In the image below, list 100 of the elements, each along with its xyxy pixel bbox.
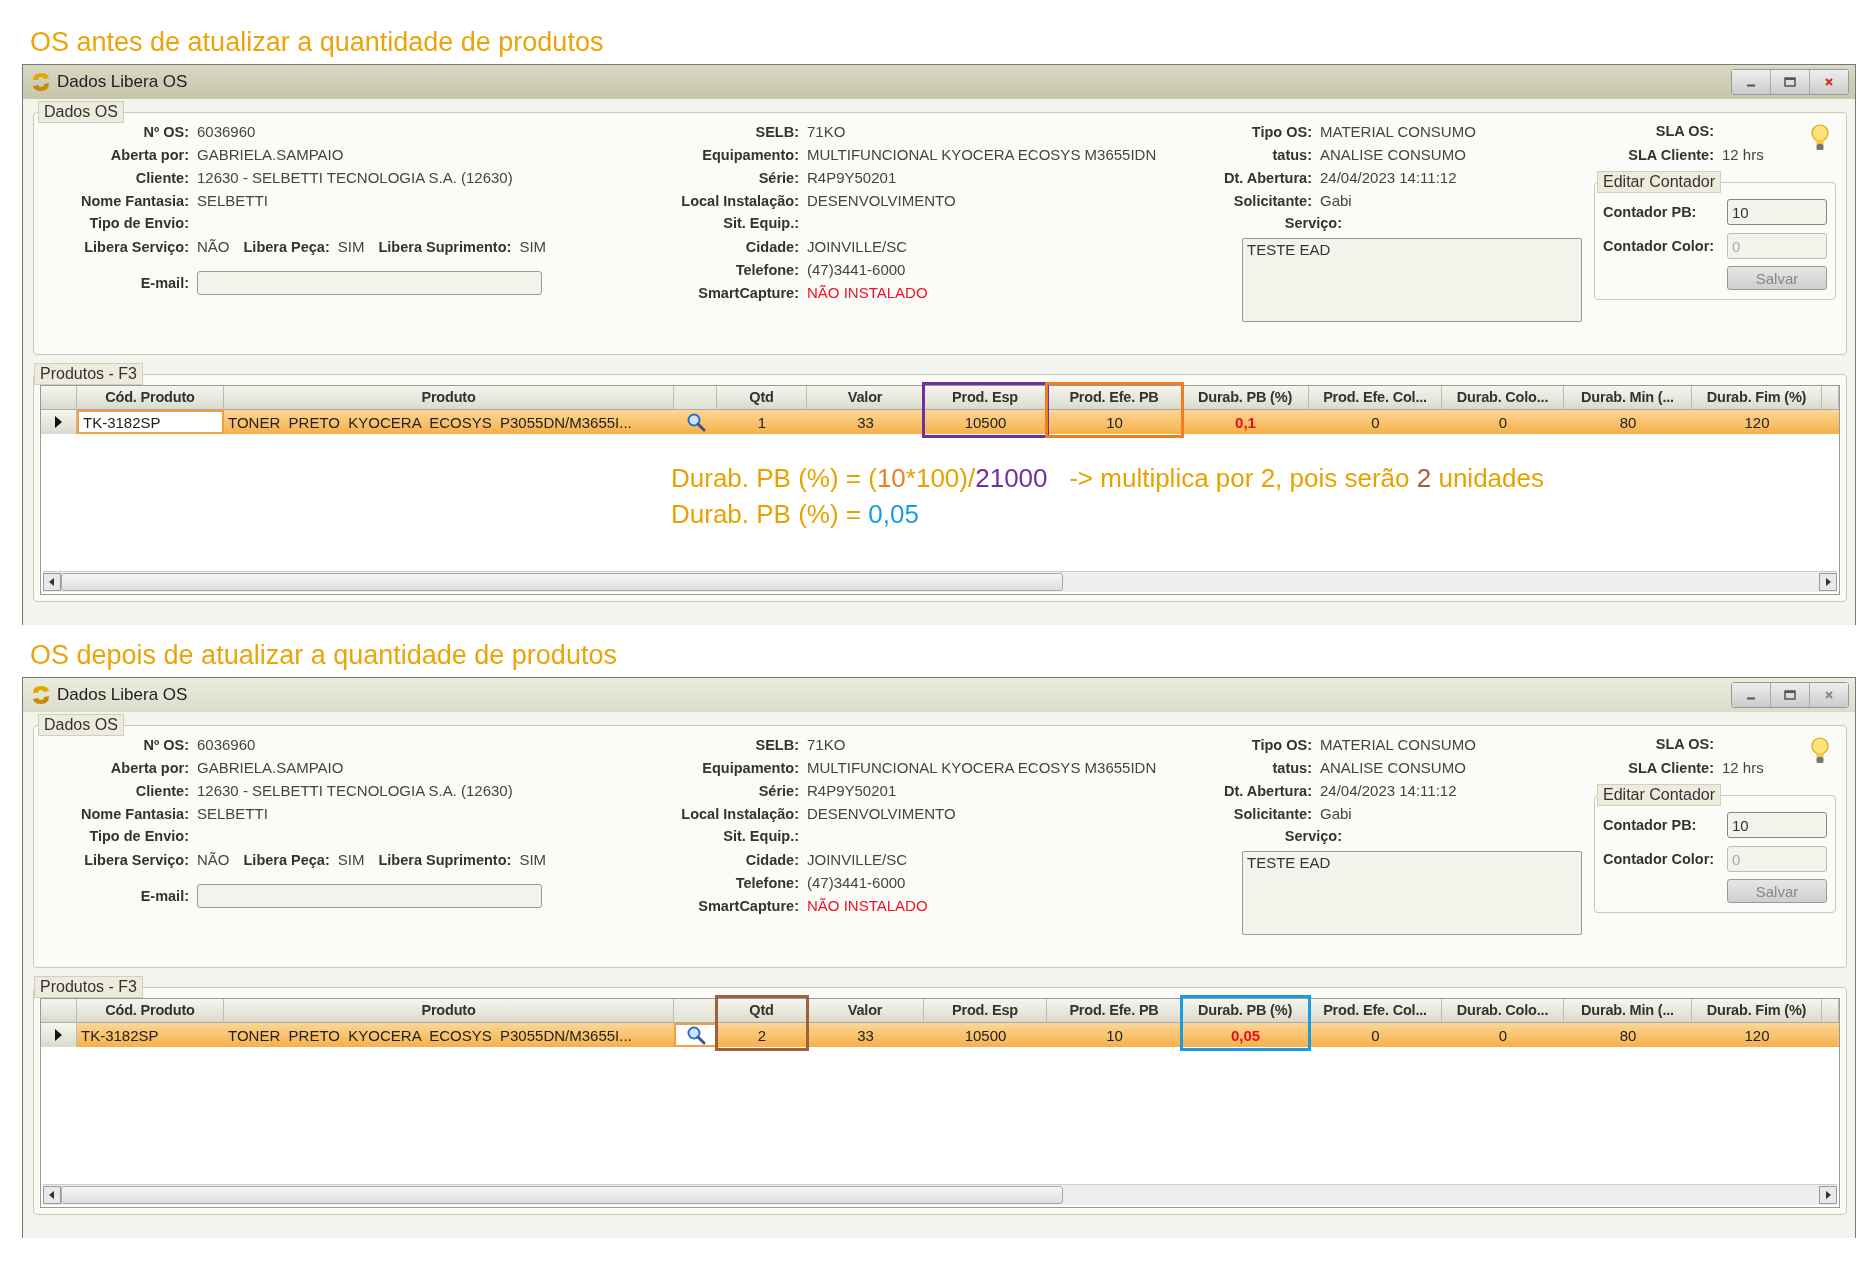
- field-value: DESENVOLVIMENTO: [807, 805, 956, 822]
- scroll-right-icon[interactable]: [1819, 1186, 1837, 1204]
- table-cell: 10500: [964, 1026, 1007, 1044]
- table-cell: 10500: [964, 413, 1007, 431]
- scrollbar-thumb[interactable]: [61, 1186, 1063, 1204]
- field-value: 24/04/2023 14:11:12: [1320, 169, 1457, 186]
- field-value: MATERIAL CONSUMO: [1320, 123, 1476, 140]
- column-header[interactable]: Produto: [224, 999, 674, 1023]
- field-label: Sit. Equip.:: [722, 215, 799, 231]
- table-row[interactable]: TK-3182SP TONER PRETO KYOCERA ECOSYS P3055DN/M3655I... 1 33 10500 10 0,1 0 0 80 120: [41, 410, 1839, 434]
- caption-text: OS antes de atualizar a quantidade de produtos: [29, 26, 605, 59]
- scroll-left-icon[interactable]: [43, 1186, 61, 1204]
- column-header[interactable]: Valor: [807, 386, 924, 410]
- horizontal-scrollbar[interactable]: [43, 571, 1837, 592]
- field-value: 6036960: [197, 736, 256, 753]
- horizontal-scrollbar[interactable]: [43, 1184, 1837, 1205]
- column-header[interactable]: Qtd: [717, 386, 807, 410]
- scrollbar-thumb[interactable]: [61, 573, 1063, 591]
- column-header[interactable]: Prod. Esp: [924, 386, 1047, 410]
- field-value: ANALISE CONSUMO: [1320, 759, 1466, 776]
- field-value: R4P9Y50201: [807, 782, 897, 799]
- field-label: Dt. Abertura:: [1222, 170, 1312, 186]
- column-header[interactable]: Cód. Produto: [77, 999, 224, 1023]
- maximize-button[interactable]: [1770, 70, 1809, 94]
- field-label: Telefone:: [734, 875, 799, 891]
- search-icon[interactable]: [685, 1025, 706, 1045]
- field-label: SLA OS:: [1654, 736, 1714, 752]
- column-header[interactable]: Durab. PB (%): [1182, 999, 1309, 1023]
- field-label: Local Instalação:: [680, 806, 799, 822]
- window-title: Dados Libera OS: [57, 685, 188, 705]
- table-cell: 10: [1106, 1026, 1123, 1044]
- field-value: MULTIFUNCIONAL KYOCERA ECOSYS M3655IDN: [807, 146, 1157, 163]
- field-label: Telefone:: [734, 262, 799, 278]
- annotation-text: Durab. PB (%) = 0,05: [671, 498, 920, 531]
- field-value: SELBETTI: [197, 192, 268, 209]
- table-cell: 0: [1498, 1026, 1508, 1044]
- field-label: Libera Serviço:: [83, 852, 189, 868]
- row-pointer-icon: [55, 416, 62, 428]
- field-label: tatus:: [1271, 147, 1312, 163]
- column-header[interactable]: Prod. Efe. Col...: [1309, 386, 1442, 410]
- column-header[interactable]: Valor: [807, 999, 924, 1023]
- field-label: Dt. Abertura:: [1222, 783, 1312, 799]
- column-header[interactable]: Durab. Min (...: [1564, 999, 1692, 1023]
- field-label: Contador Color:: [1603, 851, 1715, 867]
- table-cell: 0: [1371, 413, 1380, 431]
- field-label: Aberta por:: [109, 147, 189, 163]
- column-header[interactable]: Produto: [224, 386, 674, 410]
- column-header[interactable]: Durab. Fim (%): [1692, 386, 1822, 410]
- group-title: Produtos - F3: [34, 976, 143, 998]
- field-label: Libera Suprimento:: [378, 239, 512, 255]
- maximize-icon: [1783, 75, 1797, 89]
- email-field[interactable]: [197, 884, 542, 908]
- field-value: GABRIELA.SAMPAIO: [197, 146, 344, 163]
- service-text-field[interactable]: TESTE EAD: [1242, 851, 1582, 935]
- field-value: JOINVILLE/SC: [807, 238, 908, 255]
- counter-field[interactable]: 10: [1727, 199, 1827, 225]
- column-header[interactable]: Durab. Min (...: [1564, 386, 1692, 410]
- field-label: Cidade:: [744, 239, 799, 255]
- scroll-left-icon[interactable]: [43, 573, 61, 591]
- field-value: SELBETTI: [197, 805, 268, 822]
- field-value: 71KO: [807, 736, 846, 753]
- table-cell: 10: [1106, 413, 1123, 431]
- field-value: Gabi: [1320, 805, 1352, 822]
- field-value: SIM: [519, 851, 547, 868]
- field-value: 12630 - SELBETTI TECNOLOGIA S.A. (12630): [197, 169, 513, 186]
- column-header[interactable]: Durab. Fim (%): [1692, 999, 1822, 1023]
- field-value: SIM: [337, 851, 365, 868]
- email-field[interactable]: [197, 271, 542, 295]
- table-cell: 0,1: [1235, 413, 1256, 431]
- group-title: Editar Contador: [1597, 171, 1722, 193]
- field-label: Libera Suprimento:: [378, 852, 512, 868]
- column-header[interactable]: Prod. Efe. Col...: [1309, 999, 1442, 1023]
- column-header[interactable]: Prod. Efe. PB: [1047, 386, 1182, 410]
- minimize-icon: [1747, 83, 1755, 87]
- table-row[interactable]: TK-3182SP TONER PRETO KYOCERA ECOSYS P3055DN/M3655I... 2 33 10500 10 0,05 0 0 80 120: [41, 1023, 1839, 1047]
- column-header[interactable]: Prod. Esp: [924, 999, 1047, 1023]
- column-header[interactable]: Durab. Colo...: [1442, 386, 1564, 410]
- service-text-field[interactable]: TESTE EAD: [1242, 238, 1582, 322]
- column-header[interactable]: Prod. Efe. PB: [1047, 999, 1182, 1023]
- column-header[interactable]: Durab. PB (%): [1182, 386, 1309, 410]
- field-value: NÃO INSTALADO: [807, 284, 928, 301]
- field-label: SELB:: [754, 124, 799, 140]
- field-value: (47)3441-6000: [807, 874, 906, 891]
- counter-field[interactable]: 10: [1727, 812, 1827, 838]
- field-label: Contador PB:: [1603, 204, 1697, 220]
- column-header[interactable]: Qtd: [717, 999, 807, 1023]
- search-icon[interactable]: [685, 412, 706, 432]
- column-header[interactable]: Durab. Colo...: [1442, 999, 1564, 1023]
- table-cell: 1: [757, 413, 767, 431]
- field-label: SLA OS:: [1654, 123, 1714, 139]
- field-value: GABRIELA.SAMPAIO: [197, 759, 344, 776]
- header-corner: [41, 999, 77, 1023]
- group-title: Produtos - F3: [34, 363, 143, 385]
- close-button[interactable]: [1809, 70, 1848, 94]
- field-value: SIM: [519, 238, 547, 255]
- scroll-right-icon[interactable]: [1819, 573, 1837, 591]
- field-value: JOINVILLE/SC: [807, 851, 908, 868]
- table-cell-text: TK-3182SP: [80, 1026, 160, 1044]
- table-cell: 80: [1619, 1026, 1637, 1044]
- column-header[interactable]: Cód. Produto: [77, 386, 224, 410]
